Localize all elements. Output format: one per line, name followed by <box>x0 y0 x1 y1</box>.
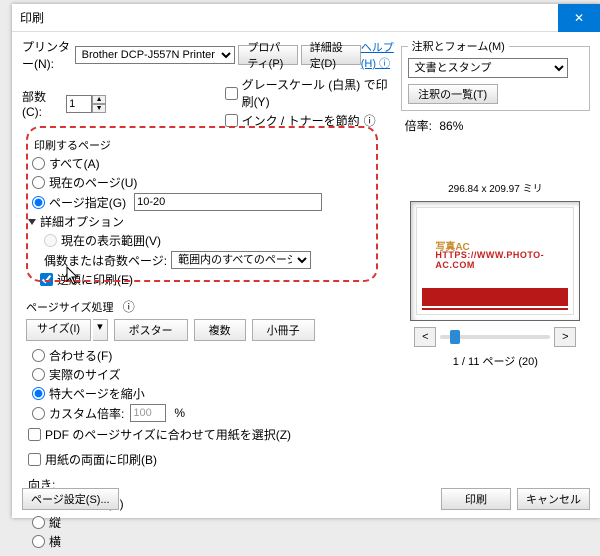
page-range-legend: 印刷するページ <box>30 140 115 152</box>
print-dialog: 印刷 ✕ プリンター(N): Brother DCP-J557N Printer… <box>12 4 600 518</box>
page-count-label: 1 / 11 ページ (20) <box>401 353 590 369</box>
current-page-label: 現在のページ(U) <box>49 174 137 191</box>
info-icon: ⓘ <box>379 58 390 70</box>
more-options-label[interactable]: 詳細オプション <box>40 213 124 230</box>
advanced-button[interactable]: 詳細設定(D) <box>301 45 361 65</box>
chevron-left-icon: < <box>422 331 428 343</box>
close-icon: ✕ <box>574 11 584 25</box>
annotations-group: 注釈とフォーム(M) 文書とスタンプ 注釈の一覧(T) <box>401 38 590 111</box>
multiple-tab[interactable]: 複数 <box>194 319 246 341</box>
oddeven-select[interactable]: 範囲内のすべてのページ <box>171 251 311 269</box>
size-tab[interactable]: サイズ(I) ▾ <box>26 319 108 341</box>
page-range-radio[interactable] <box>32 196 45 209</box>
savetoner-checkbox[interactable] <box>225 114 238 127</box>
duplex-checkbox[interactable] <box>28 453 41 466</box>
all-pages-label: すべて(A) <box>49 155 100 172</box>
print-button[interactable]: 印刷 <box>441 488 511 510</box>
preview-panel: 写真AC HTTPS://WWW.PHOTO-AC.COM <box>410 201 580 321</box>
info-icon: ⓘ <box>123 300 135 314</box>
watermark-url: HTTPS://WWW.PHOTO-AC.COM <box>435 250 573 270</box>
copies-input[interactable] <box>66 95 92 113</box>
collapse-icon[interactable] <box>28 219 36 225</box>
copies-label: 部数(C): <box>22 88 62 119</box>
properties-button[interactable]: プロパティ(P) <box>238 45 298 65</box>
spin-up-icon[interactable]: ▲ <box>92 95 106 104</box>
annotations-select[interactable]: 文書とスタンプ <box>408 58 568 78</box>
poster-tab[interactable]: ポスター <box>114 319 188 341</box>
help-link[interactable]: ヘルプ(H) ⓘ <box>361 39 399 71</box>
custom-radio[interactable] <box>32 407 45 420</box>
current-view-radio[interactable] <box>44 234 57 247</box>
landscape-radio[interactable] <box>32 535 45 548</box>
scale-label: 倍率: <box>405 119 432 133</box>
portrait-radio[interactable] <box>32 516 45 529</box>
choose-paper-checkbox[interactable] <box>28 428 41 441</box>
fit-radio[interactable] <box>32 349 45 362</box>
actual-radio[interactable] <box>32 368 45 381</box>
oddeven-label: 偶数または奇数ページ: <box>44 252 167 269</box>
grayscale-label: グレースケール (白黒) で印刷(Y) <box>242 76 399 110</box>
printer-select[interactable]: Brother DCP-J557N Printer <box>75 46 235 64</box>
current-page-radio[interactable] <box>32 176 45 189</box>
shrink-radio[interactable] <box>32 387 45 400</box>
cancel-button[interactable]: キャンセル <box>517 488 590 510</box>
info-icon: ⓘ <box>364 112 376 129</box>
title-bar: 印刷 ✕ <box>12 4 600 32</box>
printer-label: プリンター(N): <box>22 38 71 72</box>
all-pages-radio[interactable] <box>32 157 45 170</box>
grayscale-checkbox[interactable] <box>225 87 238 100</box>
spin-down-icon[interactable]: ▼ <box>92 104 106 113</box>
savetoner-label: インク / トナーを節約 <box>242 112 360 129</box>
window-title: 印刷 <box>20 9 44 26</box>
booklet-tab[interactable]: 小冊子 <box>252 319 315 341</box>
chevron-down-icon[interactable]: ▾ <box>93 319 108 341</box>
custom-scale-input[interactable] <box>130 404 166 422</box>
next-page-button[interactable]: > <box>554 327 576 347</box>
reverse-checkbox[interactable] <box>40 273 53 286</box>
annotation-summary-button[interactable]: 注釈の一覧(T) <box>408 84 498 104</box>
prev-page-button[interactable]: < <box>414 327 436 347</box>
page-setup-button[interactable]: ページ設定(S)... <box>22 488 119 510</box>
slider-thumb[interactable] <box>450 330 460 344</box>
page-slider[interactable] <box>440 335 550 339</box>
chevron-right-icon: > <box>562 331 568 343</box>
handling-legend: ページサイズ処理 <box>22 302 117 314</box>
page-range-input[interactable] <box>134 193 322 211</box>
close-button[interactable]: ✕ <box>558 4 600 32</box>
copies-stepper[interactable]: ▲ ▼ <box>92 95 106 113</box>
reverse-label: 逆順に印刷(E) <box>57 271 133 288</box>
page-range-label: ページ指定(G) <box>49 194 126 211</box>
scale-value: 86% <box>439 119 463 133</box>
preview-dims: 296.84 x 209.97 ミリ <box>401 180 590 195</box>
current-view-label: 現在の表示範囲(V) <box>61 232 161 249</box>
